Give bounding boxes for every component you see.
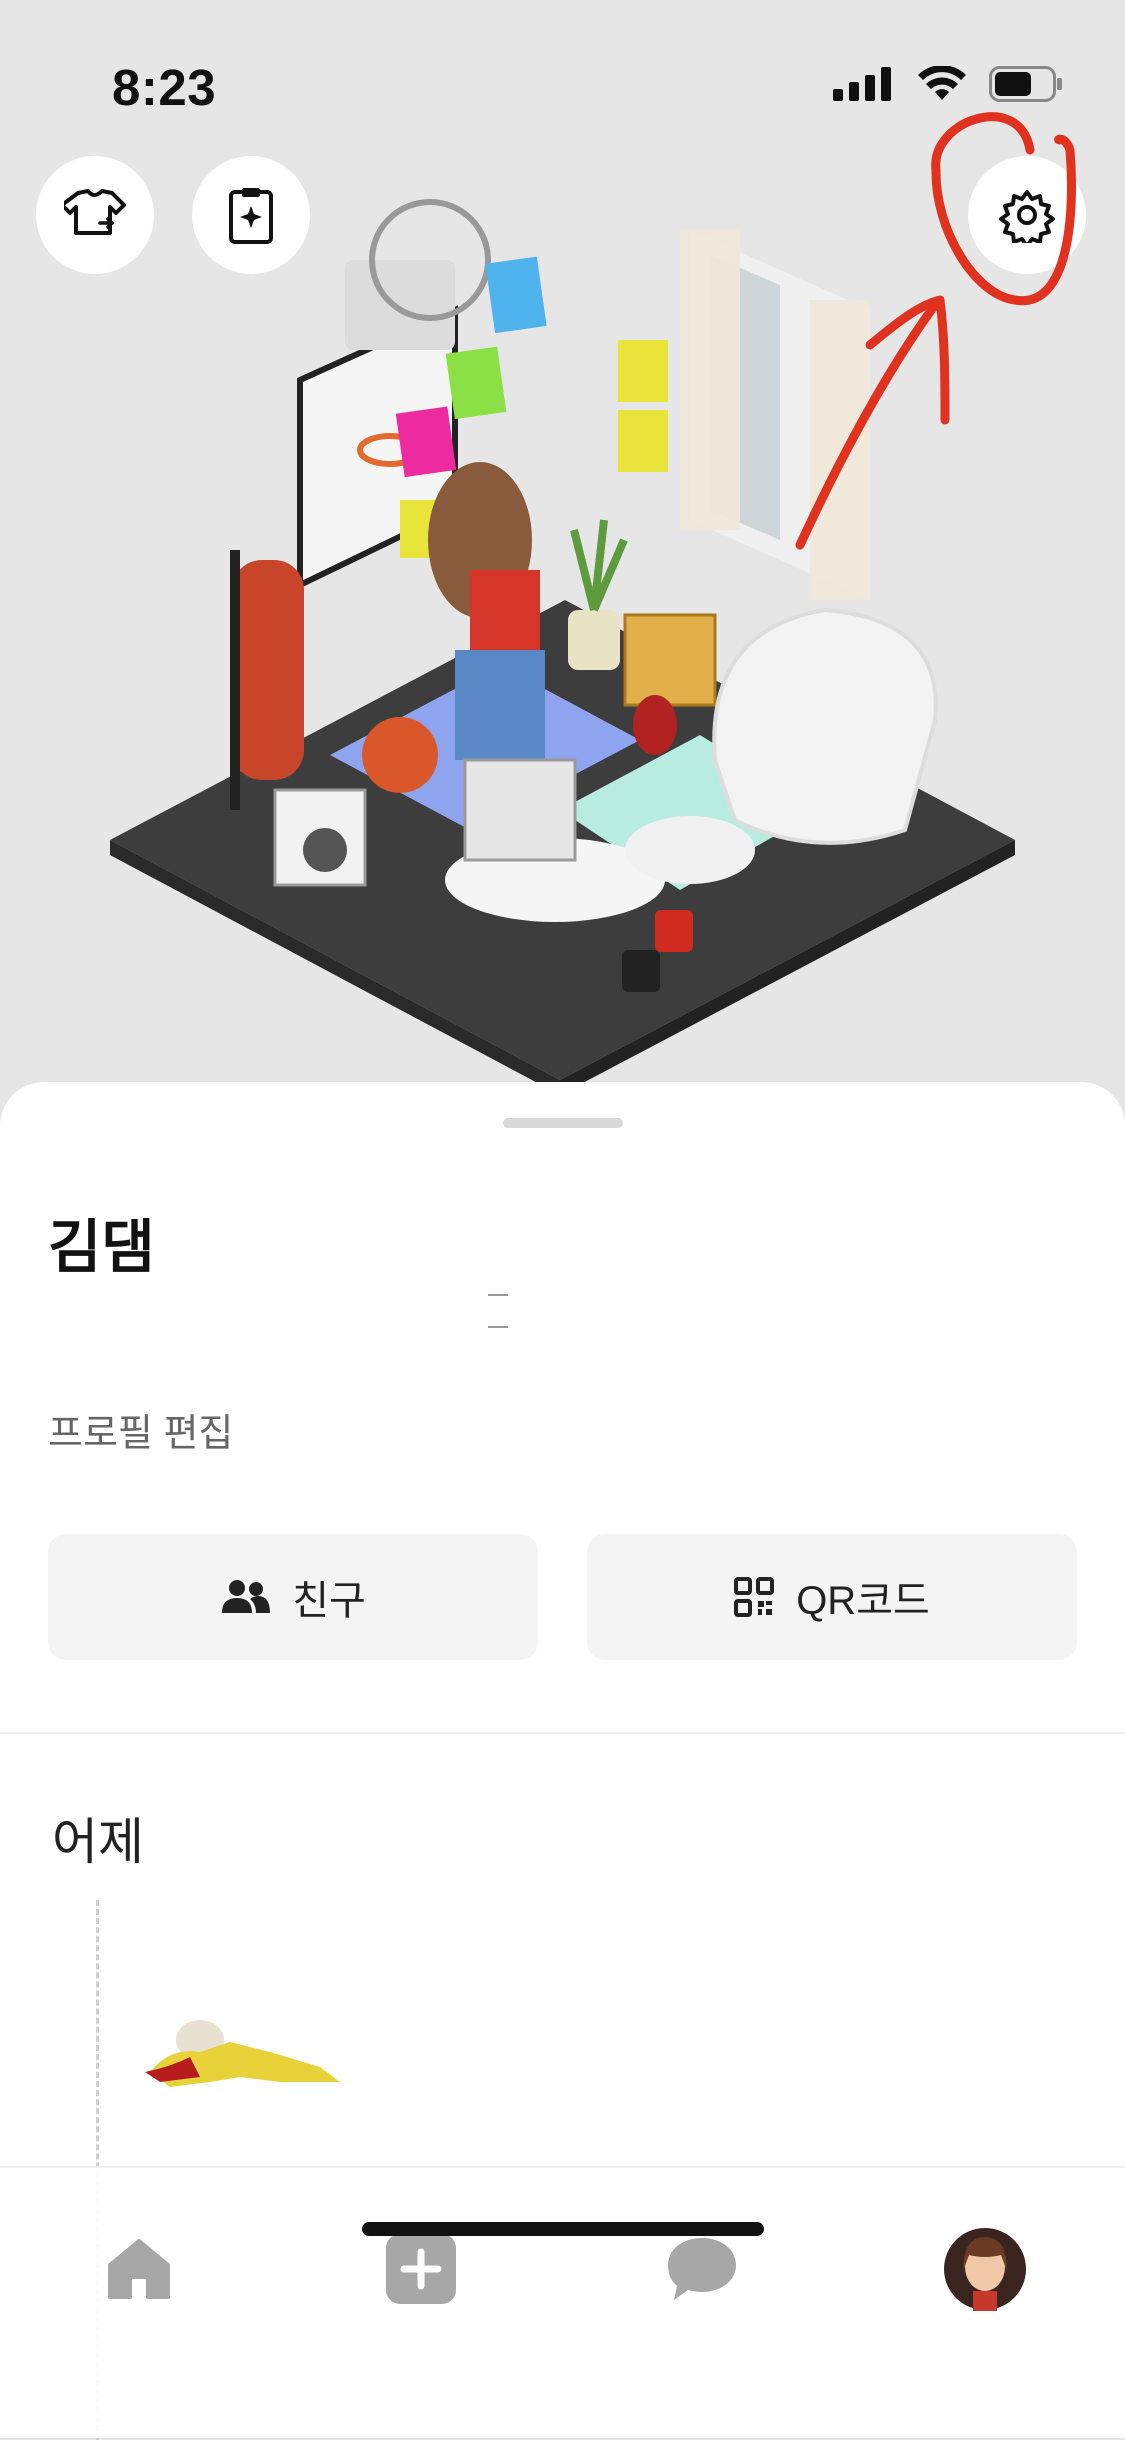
status-time: 8:23 bbox=[112, 59, 217, 116]
tab-bar bbox=[0, 2166, 1125, 2438]
plus-square-icon bbox=[386, 2234, 456, 2304]
tab-chat[interactable] bbox=[657, 2224, 747, 2314]
cellular-signal-icon bbox=[833, 67, 891, 101]
qr-code-label: QR코드 bbox=[796, 1579, 930, 1623]
avatar-room-scene bbox=[110, 199, 1015, 1090]
section-divider bbox=[0, 1732, 1125, 1734]
tab-home[interactable] bbox=[94, 2224, 184, 2314]
feed-avatar-figure[interactable] bbox=[140, 2002, 350, 2102]
battery-icon bbox=[989, 66, 1062, 102]
wifi-icon bbox=[918, 66, 966, 100]
sheet-grabber[interactable] bbox=[503, 1118, 623, 1128]
edit-profile-link[interactable]: 프로필 편집 bbox=[48, 1402, 233, 1457]
settings-button[interactable] bbox=[968, 156, 1086, 274]
friends-label: 친구 bbox=[292, 1579, 366, 1623]
friends-button[interactable]: 친구 bbox=[48, 1534, 538, 1660]
tab-profile[interactable] bbox=[940, 2224, 1030, 2314]
feed-section-title: 어제 bbox=[52, 1814, 144, 1870]
clipboard-button[interactable] bbox=[192, 156, 310, 274]
profile-name: 김댐 bbox=[48, 1215, 155, 1280]
status-bar: 8:23 bbox=[0, 0, 1125, 150]
avatar-icon bbox=[944, 2228, 1026, 2311]
status-icons bbox=[833, 66, 1063, 102]
clipboard-sparkle-icon bbox=[229, 188, 273, 244]
chat-bubble-icon bbox=[668, 2238, 736, 2300]
outfit-button[interactable] bbox=[36, 156, 154, 274]
text-cursor-mark bbox=[488, 1294, 508, 1328]
home-indicator[interactable] bbox=[362, 2222, 764, 2236]
tab-create[interactable] bbox=[376, 2224, 466, 2314]
qr-code-icon bbox=[734, 1577, 775, 1617]
people-icon bbox=[222, 1580, 271, 1613]
shirt-swap-icon bbox=[64, 189, 126, 235]
home-icon bbox=[108, 2239, 170, 2299]
gear-icon bbox=[999, 190, 1055, 243]
qr-code-button[interactable]: QR코드 bbox=[587, 1534, 1077, 1660]
